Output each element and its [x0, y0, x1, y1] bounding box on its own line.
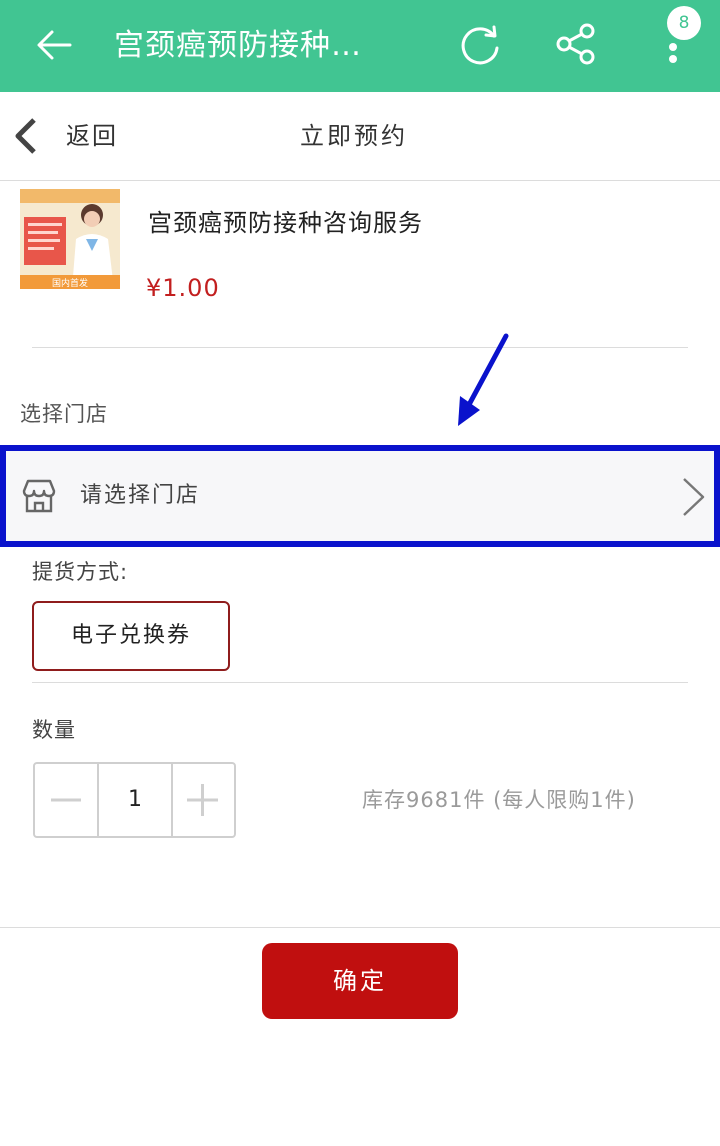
quantity-stepper: 1: [33, 762, 236, 838]
store-icon: [22, 479, 56, 513]
app-bar: 宫颈癌预防接种… 8: [0, 0, 720, 92]
stock-info: 库存9681件 (每人限购1件): [362, 788, 636, 812]
chevron-right-icon: [683, 478, 705, 516]
quantity-value[interactable]: 1: [97, 764, 173, 836]
divider: [32, 347, 688, 348]
store-selector[interactable]: 请选择门店: [0, 445, 720, 547]
minus-icon: [51, 798, 81, 802]
increment-button[interactable]: [171, 764, 234, 836]
store-placeholder: 请选择门店: [80, 483, 201, 508]
confirm-button[interactable]: 确定: [262, 943, 458, 1019]
chevron-left-icon[interactable]: [10, 116, 40, 156]
page-title: 立即预约: [300, 122, 408, 150]
decrement-button[interactable]: [35, 764, 97, 836]
back-arrow-icon[interactable]: [36, 27, 72, 63]
back-button[interactable]: 返回: [66, 116, 118, 156]
window-title: 宫颈癌预防接种…: [114, 28, 362, 63]
product-price: ¥1.00: [146, 274, 220, 302]
share-icon[interactable]: [555, 22, 597, 66]
delivery-label: 提货方式:: [32, 560, 129, 584]
notification-badge: 8: [667, 6, 701, 40]
sub-header: 返回 立即预约: [0, 92, 720, 181]
product-name: 宫颈癌预防接种咨询服务: [148, 209, 423, 237]
product-thumbnail: 国内首发: [20, 189, 120, 289]
annotation-arrow: [458, 333, 509, 426]
thumbnail-caption: 国内首发: [52, 277, 88, 289]
refresh-icon[interactable]: [458, 22, 502, 66]
divider: [32, 682, 688, 683]
divider: [0, 927, 720, 928]
store-section-label: 选择门店: [20, 402, 108, 426]
quantity-label: 数量: [32, 718, 76, 742]
plus-icon: [187, 784, 218, 816]
delivery-option-evoucher[interactable]: 电子兑换券: [32, 601, 230, 671]
